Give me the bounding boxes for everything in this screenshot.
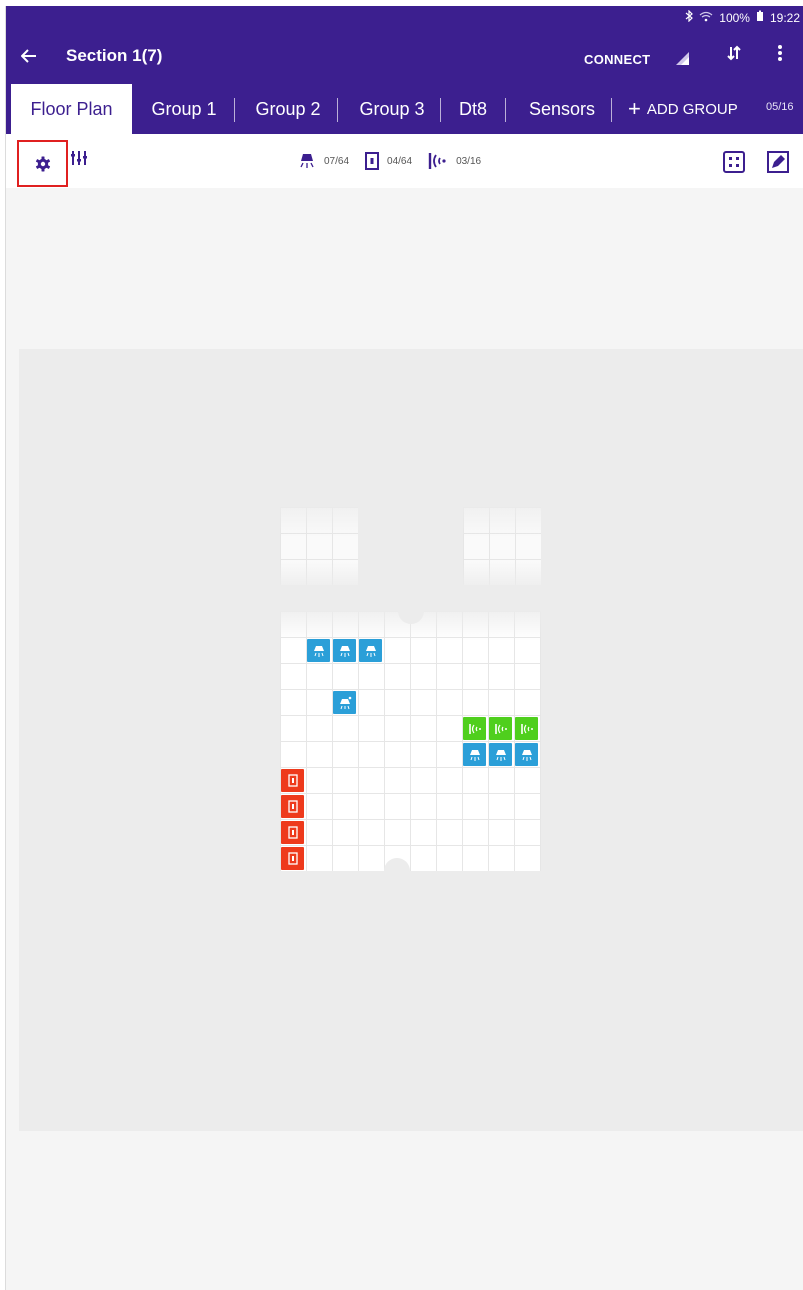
light-device[interactable] bbox=[333, 639, 356, 662]
motion-sensor-icon bbox=[468, 723, 481, 734]
room-shade bbox=[280, 507, 358, 585]
wall-switch-icon bbox=[287, 800, 298, 813]
sensor-device[interactable] bbox=[489, 717, 512, 740]
device-counts: 07/64 04/64 03/16 bbox=[298, 152, 489, 170]
sort-arrows-icon bbox=[727, 45, 741, 61]
bottom-empty-area bbox=[6, 1131, 803, 1290]
light-count: 07/64 bbox=[324, 155, 350, 167]
bluetooth-icon bbox=[685, 9, 694, 25]
gear-icon bbox=[35, 156, 50, 171]
room-upper-right[interactable] bbox=[463, 507, 541, 585]
ceiling-light-icon bbox=[365, 645, 376, 657]
ceiling-light-icon bbox=[469, 749, 480, 761]
sensor-device[interactable] bbox=[515, 717, 538, 740]
sort-button[interactable] bbox=[722, 45, 746, 69]
light-device[interactable] bbox=[515, 743, 538, 766]
fit-screen-icon bbox=[723, 151, 745, 173]
switch-device[interactable] bbox=[281, 821, 304, 844]
room-main[interactable] bbox=[280, 598, 541, 884]
status-bar: 100% 19:22 bbox=[6, 6, 803, 30]
wall-switch-icon bbox=[287, 774, 298, 787]
ceiling-light-icon bbox=[339, 696, 351, 709]
motion-sensor-icon bbox=[428, 153, 446, 169]
tune-button[interactable] bbox=[70, 150, 92, 172]
wall-switch-icon bbox=[287, 826, 298, 839]
switch-count: 04/64 bbox=[387, 155, 413, 167]
fit-screen-button[interactable] bbox=[722, 150, 746, 174]
ceiling-light-icon bbox=[313, 645, 324, 657]
ceiling-light-icon bbox=[495, 749, 506, 761]
clock-time: 19:22 bbox=[769, 10, 800, 25]
app-bar: Section 1(7) CONNECT bbox=[6, 30, 803, 84]
light-device[interactable] bbox=[359, 639, 382, 662]
sensor-device[interactable] bbox=[463, 717, 486, 740]
tab-divider bbox=[440, 98, 441, 122]
add-group-label: ADD GROUP bbox=[646, 100, 738, 118]
room-upper-left[interactable] bbox=[280, 507, 358, 585]
connect-button[interactable]: CONNECT bbox=[584, 52, 650, 67]
more-vertical-icon bbox=[778, 45, 782, 61]
ceiling-light-icon bbox=[521, 749, 532, 761]
switch-device[interactable] bbox=[281, 847, 304, 870]
arrow-left-icon bbox=[21, 49, 36, 63]
signal-icon bbox=[676, 52, 689, 65]
tab-group-2[interactable]: Group 2 bbox=[242, 84, 334, 134]
sensor-count: 03/16 bbox=[456, 155, 482, 167]
tab-bar: Floor Plan Group 1 Group 2 Group 3 Dt8 S… bbox=[6, 84, 803, 134]
add-group-button[interactable]: + ADD GROUP bbox=[628, 84, 738, 134]
more-options-button[interactable] bbox=[770, 44, 790, 70]
tab-dt8[interactable]: Dt8 bbox=[447, 84, 499, 134]
settings-button[interactable] bbox=[17, 140, 68, 187]
wall-switch-icon bbox=[365, 152, 380, 170]
group-count: 05/16 bbox=[766, 101, 794, 113]
edit-button[interactable] bbox=[766, 150, 790, 174]
room-shade bbox=[463, 507, 541, 585]
switch-device[interactable] bbox=[281, 769, 304, 792]
edit-icon bbox=[767, 151, 789, 173]
tab-group-1[interactable]: Group 1 bbox=[138, 84, 230, 134]
tab-divider bbox=[505, 98, 506, 122]
status-indicators: 100% 19:22 bbox=[685, 9, 800, 25]
wall-switch-icon bbox=[287, 852, 298, 865]
app-frame: 100% 19:22 Section 1(7) CONNECT Floor Pl… bbox=[5, 6, 803, 1290]
back-button[interactable] bbox=[16, 43, 42, 69]
motion-sensor-icon bbox=[494, 723, 507, 734]
tab-divider bbox=[337, 98, 338, 122]
battery-icon bbox=[756, 10, 764, 25]
dt8-light-device[interactable] bbox=[333, 691, 356, 714]
switch-device[interactable] bbox=[281, 795, 304, 818]
door-notch-bottom bbox=[384, 858, 410, 884]
sliders-icon bbox=[71, 151, 87, 165]
ceiling-light-icon bbox=[300, 154, 314, 168]
tab-divider bbox=[611, 98, 612, 122]
wifi-icon bbox=[699, 11, 713, 25]
light-device[interactable] bbox=[307, 639, 330, 662]
ceiling-light-icon bbox=[339, 645, 350, 657]
floor-plan-canvas[interactable] bbox=[19, 349, 803, 1131]
floor-plan-toolbar: 07/64 04/64 03/16 bbox=[6, 134, 803, 188]
door-notch-top bbox=[398, 598, 424, 624]
light-device[interactable] bbox=[489, 743, 512, 766]
tab-sensors[interactable]: Sensors bbox=[514, 84, 610, 134]
tab-group-3[interactable]: Group 3 bbox=[346, 84, 438, 134]
tab-divider bbox=[234, 98, 235, 122]
plus-icon: + bbox=[628, 96, 641, 121]
tab-floor-plan[interactable]: Floor Plan bbox=[11, 84, 132, 134]
battery-text: 100% bbox=[719, 10, 750, 25]
page-title: Section 1(7) bbox=[66, 46, 163, 65]
light-device[interactable] bbox=[463, 743, 486, 766]
motion-sensor-icon bbox=[520, 723, 533, 734]
